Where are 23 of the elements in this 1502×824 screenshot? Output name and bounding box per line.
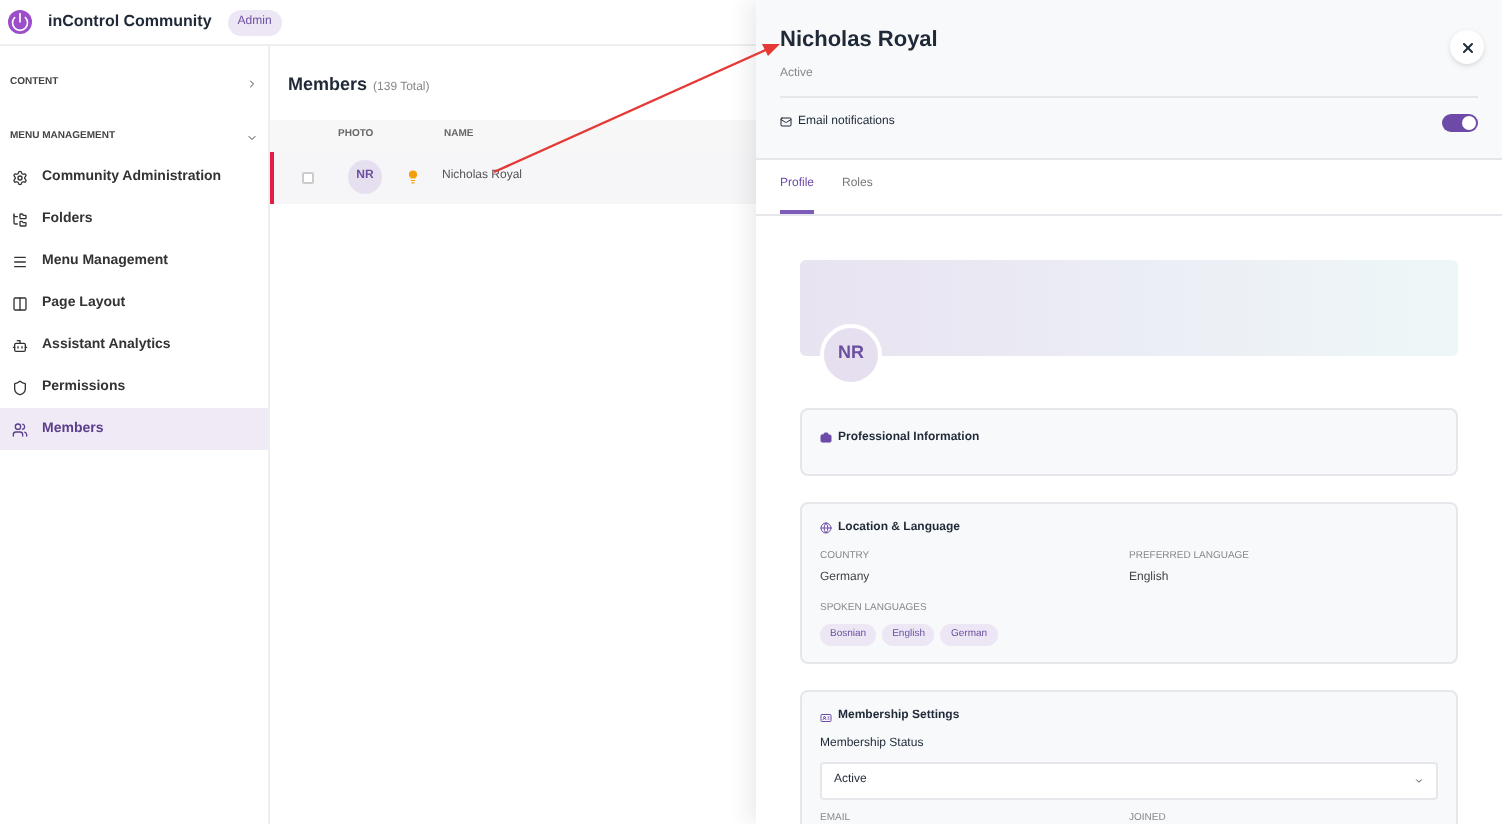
id-card-icon bbox=[820, 711, 832, 723]
power-logo-icon bbox=[8, 10, 32, 34]
shield-icon bbox=[12, 379, 28, 395]
close-icon bbox=[1459, 39, 1475, 55]
row-checkbox[interactable] bbox=[302, 171, 314, 183]
globe-icon bbox=[820, 522, 832, 534]
users-icon bbox=[12, 421, 28, 437]
close-button[interactable] bbox=[1450, 30, 1484, 64]
briefcase-icon bbox=[820, 432, 832, 444]
folder-tree-icon bbox=[12, 211, 28, 227]
app-title: inControl Community bbox=[48, 10, 212, 34]
layout-icon bbox=[12, 295, 28, 311]
gear-icon bbox=[12, 169, 28, 185]
caret-icon bbox=[1414, 776, 1424, 786]
toggle-switch[interactable] bbox=[1442, 113, 1478, 131]
robot-icon bbox=[12, 337, 28, 353]
chevron-icon bbox=[246, 132, 258, 144]
menu-icon bbox=[12, 253, 28, 269]
member-name-title: Nicholas Royal bbox=[780, 26, 938, 56]
chevron-icon bbox=[246, 78, 258, 90]
lightbulb-icon bbox=[406, 170, 420, 184]
members-title: Members bbox=[288, 72, 368, 98]
mail-icon bbox=[780, 116, 792, 128]
